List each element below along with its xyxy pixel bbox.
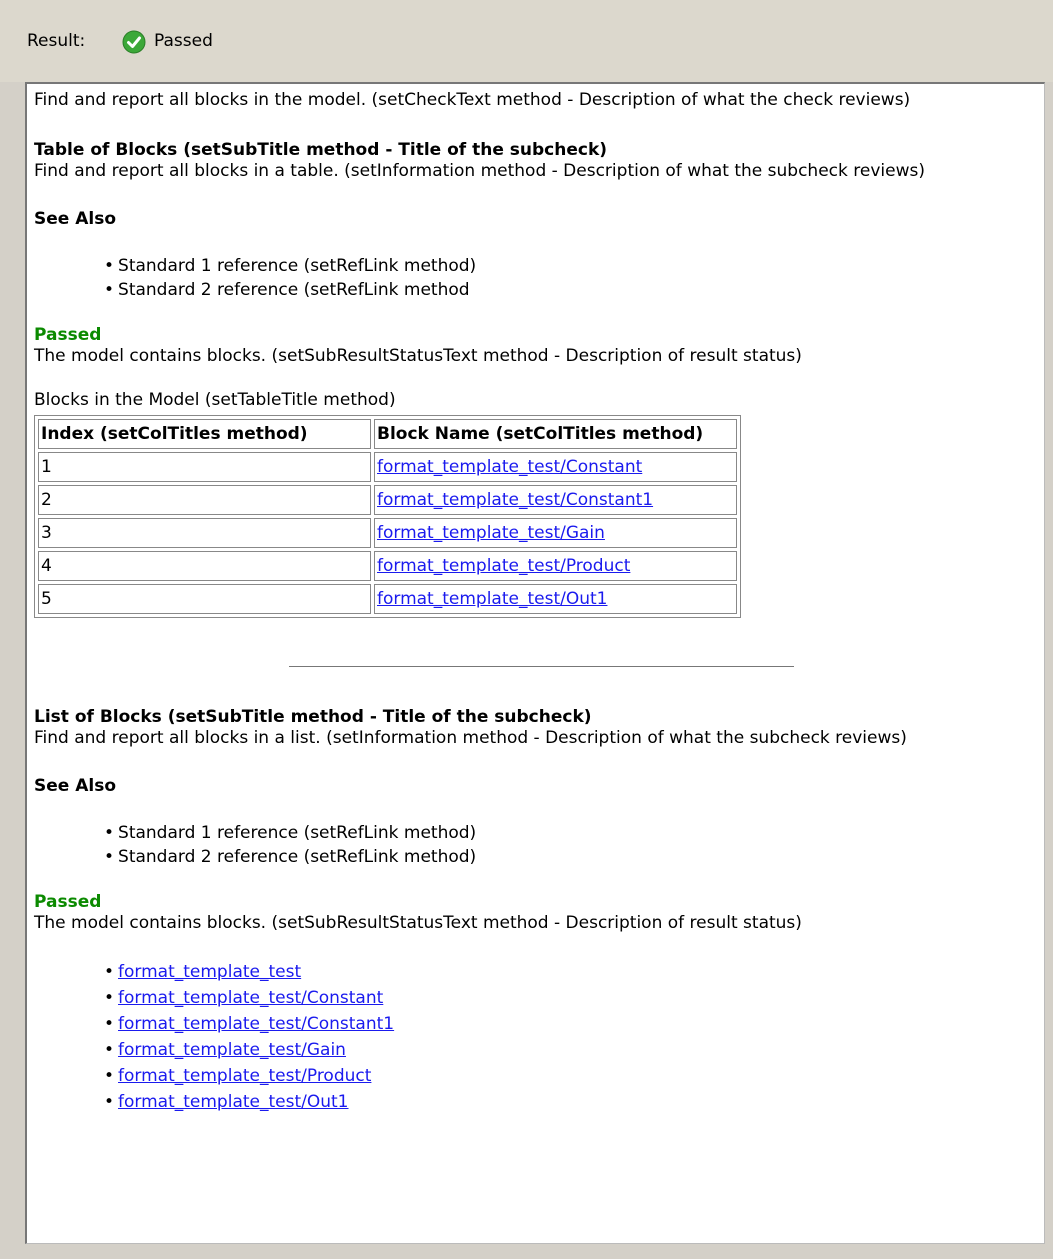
index-cell: 3: [38, 518, 371, 548]
block-link[interactable]: format_template_test/Product: [377, 556, 630, 576]
block-link[interactable]: format_template_test/Out1: [118, 1092, 348, 1112]
table-row: 1 format_template_test/Constant: [38, 452, 737, 482]
block-link[interactable]: format_template_test/Constant: [118, 988, 383, 1008]
block-link[interactable]: format_template_test/Constant1: [118, 1014, 394, 1034]
section-divider: [289, 666, 794, 667]
block-link[interactable]: format_template_test/Out1: [377, 589, 607, 609]
index-cell: 5: [38, 584, 371, 614]
list-item: format_template_test/Constant1: [104, 1011, 1034, 1037]
reference-item: Standard 1 reference (setRefLink method): [104, 821, 1034, 845]
index-cell: 2: [38, 485, 371, 515]
list-item: format_template_test/Product: [104, 1063, 1034, 1089]
block-link[interactable]: format_template_test/Gain: [118, 1040, 346, 1060]
block-link-list: format_template_test format_template_tes…: [34, 959, 1034, 1115]
report-content: Find and report all blocks in the model.…: [34, 90, 1034, 1115]
subcheck-title: Table of Blocks (setSubTitle method - Ti…: [34, 140, 608, 160]
column-header-index: Index (setColTitles method): [38, 419, 371, 449]
subresult-status: Passed: [34, 325, 102, 345]
see-also-heading: See Also: [34, 776, 117, 796]
block-name-cell: format_template_test/Constant: [374, 452, 737, 482]
list-item: format_template_test: [104, 959, 1034, 985]
table-title: Blocks in the Model (setTableTitle metho…: [34, 390, 396, 410]
reference-list: Standard 1 reference (setRefLink method)…: [34, 254, 1034, 302]
reference-list: Standard 1 reference (setRefLink method)…: [34, 821, 1034, 869]
block-link[interactable]: format_template_test/Constant1: [377, 490, 653, 510]
table-row: 4 format_template_test/Product: [38, 551, 737, 581]
index-cell: 4: [38, 551, 371, 581]
block-name-cell: format_template_test/Constant1: [374, 485, 737, 515]
subresult-status: Passed: [34, 892, 102, 912]
block-link[interactable]: format_template_test/Product: [118, 1066, 371, 1086]
block-link[interactable]: format_template_test/Constant: [377, 457, 642, 477]
report-panel[interactable]: Find and report all blocks in the model.…: [25, 82, 1045, 1244]
subresult-status-text: The model contains blocks. (setSubResult…: [34, 913, 802, 933]
check-circle-icon: [122, 30, 146, 54]
result-bar: Result: Passed: [0, 0, 1053, 82]
result-label: Result:: [27, 31, 86, 51]
subresult-status-text: The model contains blocks. (setSubResult…: [34, 346, 802, 366]
table-row: 2 format_template_test/Constant1: [38, 485, 737, 515]
blocks-table: Index (setColTitles method) Block Name (…: [34, 415, 741, 618]
index-cell: 1: [38, 452, 371, 482]
reference-item: Standard 2 reference (setRefLink method): [104, 845, 1034, 869]
block-name-cell: format_template_test/Product: [374, 551, 737, 581]
subcheck-information: Find and report all blocks in a list. (s…: [34, 728, 907, 748]
block-name-cell: format_template_test/Out1: [374, 584, 737, 614]
see-also-heading: See Also: [34, 209, 117, 229]
subcheck-information: Find and report all blocks in a table. (…: [34, 161, 925, 181]
reference-item: Standard 2 reference (setRefLink method: [104, 278, 1034, 302]
column-header-block-name: Block Name (setColTitles method): [374, 419, 737, 449]
table-row: 5 format_template_test/Out1: [38, 584, 737, 614]
list-item: format_template_test/Constant: [104, 985, 1034, 1011]
block-name-cell: format_template_test/Gain: [374, 518, 737, 548]
block-link[interactable]: format_template_test: [118, 962, 301, 982]
list-item: format_template_test/Gain: [104, 1037, 1034, 1063]
reference-item: Standard 1 reference (setRefLink method): [104, 254, 1034, 278]
result-status: Passed: [154, 31, 213, 51]
block-link[interactable]: format_template_test/Gain: [377, 523, 605, 543]
list-item: format_template_test/Out1: [104, 1089, 1034, 1115]
table-row: 3 format_template_test/Gain: [38, 518, 737, 548]
check-text: Find and report all blocks in the model.…: [34, 90, 911, 110]
table-header-row: Index (setColTitles method) Block Name (…: [38, 419, 737, 449]
subcheck-title: List of Blocks (setSubTitle method - Tit…: [34, 707, 592, 727]
